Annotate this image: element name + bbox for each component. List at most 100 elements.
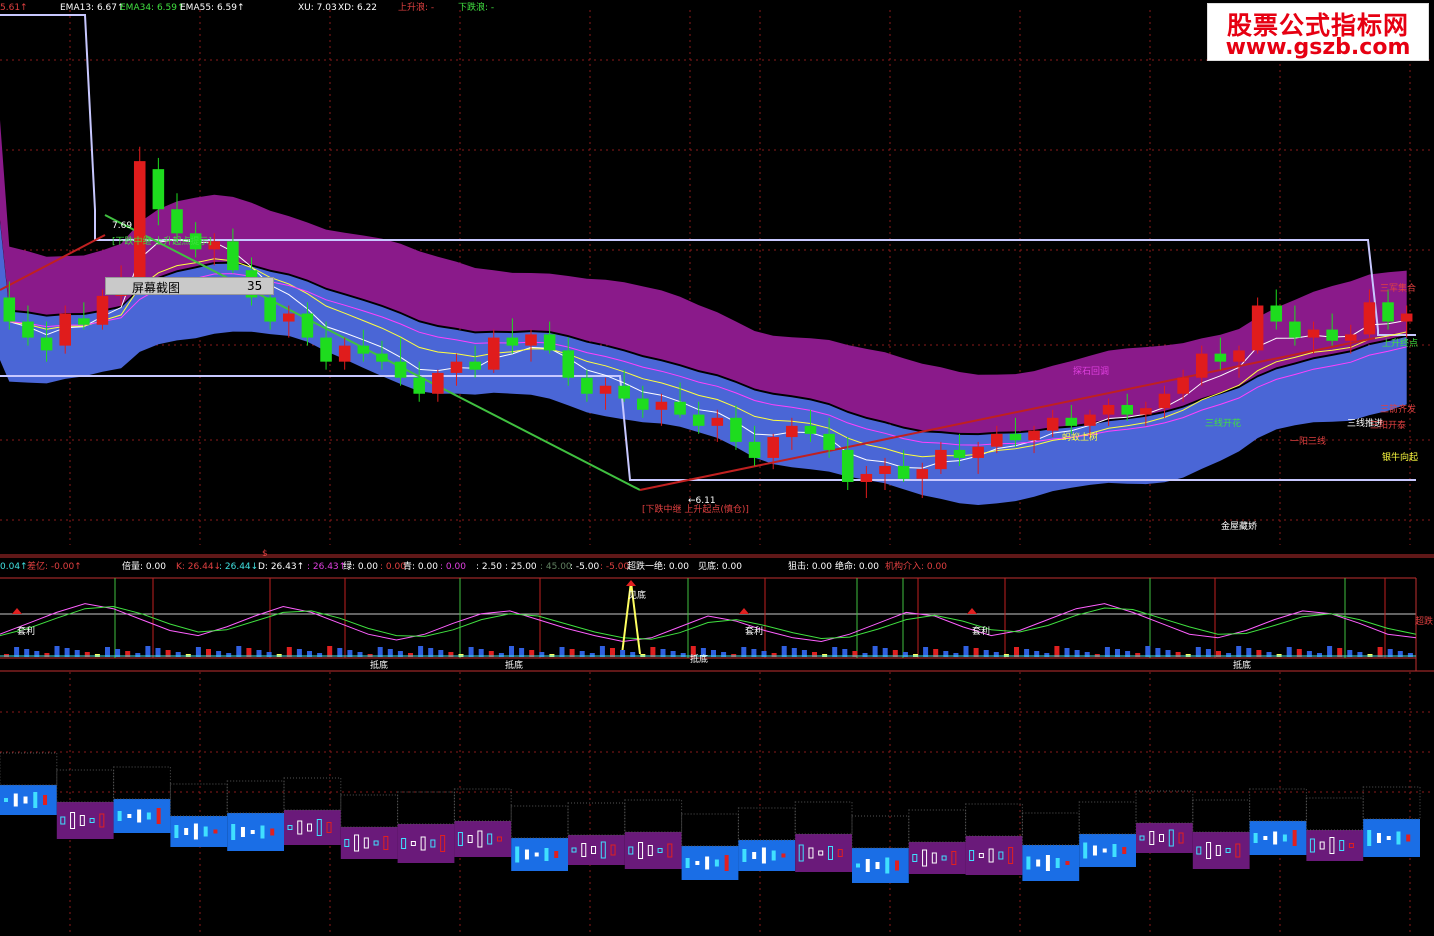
candle-body	[1102, 404, 1115, 415]
momentum-sub-bar	[240, 827, 245, 837]
momentum-ghost	[510, 805, 569, 839]
candle-body	[1084, 414, 1096, 426]
momentum-sub-bar	[43, 795, 48, 805]
kdj-hist-bar	[599, 646, 605, 657]
kdj-legend-item: 0.04↑	[0, 562, 28, 572]
momentum-panel	[0, 672, 1434, 934]
kdj-hist-bar	[327, 646, 333, 657]
candle-body	[823, 433, 835, 450]
momentum-sub-bar	[895, 860, 900, 871]
momentum-ghost	[340, 794, 399, 828]
candle-body	[730, 417, 742, 442]
momentum-sub-bar	[685, 858, 690, 868]
kdj-label: 套利	[745, 625, 763, 637]
momentum-block	[681, 846, 739, 880]
momentum-ghost	[681, 813, 739, 847]
momentum-ghost	[794, 801, 853, 835]
kdj-hist-bar	[781, 646, 787, 657]
pattern-label: 一阳三线	[1290, 435, 1326, 447]
candle-body	[581, 377, 593, 394]
candle-body	[1028, 430, 1040, 441]
momentum-ghost	[965, 803, 1023, 837]
momentum-ghost	[283, 777, 342, 811]
momentum-block	[454, 821, 512, 857]
pattern-label: 上升终点	[1382, 337, 1418, 349]
momentum-block	[795, 834, 852, 872]
legend-item: EMA13: 6.67↑	[60, 3, 125, 13]
momentum-sub-bar	[752, 852, 757, 859]
momentum-sub-bar	[714, 859, 719, 867]
momentum-block	[1136, 823, 1193, 853]
candle-body	[1140, 408, 1152, 415]
candle-body	[413, 377, 425, 394]
momentum-sub-bar	[1112, 844, 1117, 857]
momentum-block	[0, 785, 57, 815]
kdj-legend-item: 超跌一绝: 0.00	[627, 560, 689, 572]
kdj-label: 套利	[17, 625, 35, 637]
momentum-sub-bar	[1036, 859, 1041, 867]
kdj-label: 套利	[972, 625, 990, 637]
momentum-sub-bar	[875, 862, 880, 869]
momentum-block	[624, 832, 682, 869]
kdj-hist-bar	[872, 646, 878, 657]
momentum-sub-bar	[1253, 833, 1258, 843]
momentum-block	[568, 835, 625, 865]
momentum-ghost	[453, 788, 512, 822]
momentum-sub-bar	[1292, 830, 1297, 846]
momentum-sub-bar	[193, 823, 198, 840]
kdj-legend-item: : 2.50	[476, 562, 502, 572]
candle-body	[562, 350, 575, 378]
candle-body	[1289, 321, 1301, 338]
momentum-sub-bar	[213, 829, 218, 834]
kdj-hist-bar	[145, 646, 151, 657]
momentum-sub-bar	[137, 809, 142, 823]
momentum-block	[397, 824, 455, 863]
candle-body	[1158, 393, 1171, 409]
candle-body	[469, 361, 481, 370]
candle-body	[1065, 417, 1078, 426]
momentum-ghost	[851, 815, 910, 849]
kdj-panel: 套利见底套利 套利抵底 抵底抵底抵底超跌 0.04↑ 差亿: -0.00↑ 倍量: 0.…	[0, 556, 1434, 672]
momentum-sub-bar	[117, 811, 122, 821]
momentum-block	[738, 840, 796, 871]
momentum-sub-bar	[742, 849, 747, 862]
momentum-sub-bar	[554, 851, 559, 858]
momentum-sub-bar	[695, 861, 700, 865]
candle-body	[637, 398, 649, 410]
momentum-block	[1363, 819, 1420, 857]
kdj-hist-bar	[509, 646, 514, 657]
kdj-legend-item: : 26.44↓	[219, 562, 258, 572]
candle-body	[1326, 329, 1338, 341]
kdj-legend-item: 青: 0.00	[403, 560, 438, 572]
candle-body	[96, 295, 109, 325]
screenshot-tooltip: 屏幕截图 35	[105, 277, 274, 295]
candle-body	[972, 446, 984, 458]
candle-body	[543, 334, 556, 351]
momentum-sub-bar	[1273, 831, 1278, 845]
candle-body	[655, 401, 668, 410]
candle-body	[1214, 353, 1227, 362]
momentum-sub-bar	[515, 846, 520, 863]
momentum-sub-bar	[146, 812, 151, 820]
pattern-label: 三线开花	[1205, 417, 1241, 429]
candle-body	[953, 449, 966, 458]
momentum-block	[908, 842, 966, 874]
candle-body	[748, 441, 761, 458]
momentum-sub-bar	[1026, 856, 1031, 870]
kdj-hist-bar	[1054, 646, 1060, 657]
candle-body	[450, 361, 463, 373]
candle-body	[916, 469, 929, 479]
momentum-ghost	[1078, 801, 1137, 835]
momentum-sub-bar	[865, 859, 870, 872]
candle-body	[1046, 417, 1059, 431]
momentum-ghost	[56, 769, 115, 803]
kdj-hist-bar	[236, 646, 242, 657]
legend-item: EMA55: 6.59↑	[180, 3, 245, 13]
legend-item: EMA34: 6.59↑	[120, 3, 185, 13]
candle-body	[40, 337, 53, 351]
kdj-label: 抵底	[690, 653, 708, 665]
pattern-label: 银牛向起	[1382, 451, 1418, 463]
candle-body	[376, 353, 388, 362]
momentum-sub-bar	[1376, 833, 1381, 843]
momentum-ghost	[113, 766, 171, 800]
